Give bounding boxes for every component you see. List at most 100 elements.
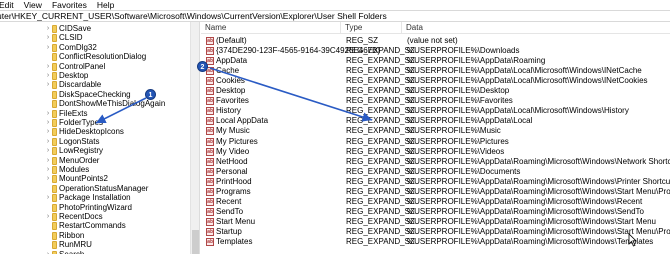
value-name: Startup bbox=[216, 226, 242, 236]
folder-icon bbox=[52, 147, 57, 156]
value-name: Recent bbox=[216, 196, 242, 206]
value-data: %USERPROFILE%\AppData\Roaming\Microsoft\… bbox=[407, 216, 656, 226]
value-data: %USERPROFILE%\Documents bbox=[407, 166, 521, 176]
value-type: REG_EXPAND_SZ bbox=[346, 186, 415, 196]
value-row[interactable]: ab Cookies REG_EXPAND_SZ %USERPROFILE%\AppD… bbox=[201, 76, 670, 86]
folder-icon bbox=[52, 156, 57, 165]
value-data: (value not set) bbox=[407, 36, 458, 45]
value-type: REG_EXPAND_SZ bbox=[346, 126, 415, 136]
value-data: %USERPROFILE%\AppData\Roaming\Microsoft\… bbox=[407, 176, 670, 186]
string-value-icon: ab bbox=[206, 157, 214, 166]
folder-icon bbox=[52, 43, 57, 52]
value-name: My Music bbox=[216, 126, 250, 136]
value-name: Start Menu bbox=[216, 216, 256, 226]
value-name: (Default) bbox=[216, 36, 247, 45]
tree-item-label: Search bbox=[59, 250, 84, 254]
menu-view[interactable]: View bbox=[20, 0, 48, 10]
tree-scrollbar[interactable] bbox=[190, 22, 199, 254]
value-type: REG_EXPAND_SZ bbox=[346, 146, 415, 156]
column-header-type[interactable]: Type bbox=[341, 22, 402, 34]
folder-icon bbox=[52, 81, 57, 90]
value-row[interactable]: ab Startup REG_EXPAND_SZ %USERPROFILE%\AppD… bbox=[201, 227, 670, 237]
value-row[interactable]: ab History REG_EXPAND_SZ %USERPROFILE%\AppD… bbox=[201, 106, 670, 116]
folder-icon bbox=[52, 100, 57, 109]
folder-icon bbox=[52, 184, 57, 193]
value-type: REG_EXPAND_SZ bbox=[346, 96, 415, 106]
value-row[interactable]: ab Local AppData REG_EXPAND_SZ %USERPROFILE… bbox=[201, 116, 670, 126]
value-row[interactable]: ab Templates REG_EXPAND_SZ %USERPROFILE%\Ap… bbox=[201, 237, 670, 247]
string-value-icon: ab bbox=[206, 127, 214, 136]
string-value-icon: ab bbox=[206, 97, 214, 106]
value-name: Personal bbox=[216, 166, 248, 176]
value-type: REG_EXPAND_SZ bbox=[346, 66, 415, 76]
column-header-data[interactable]: Data bbox=[402, 22, 670, 34]
values-pane[interactable]: Name Type Data ab (Default) REG_SZ (value n… bbox=[201, 22, 670, 254]
value-data: %USERPROFILE%\Desktop bbox=[407, 86, 510, 96]
value-data: %USERPROFILE%\Pictures bbox=[407, 136, 509, 146]
folder-icon bbox=[52, 231, 57, 240]
value-name: Programs bbox=[216, 186, 251, 196]
folder-icon bbox=[52, 250, 57, 254]
value-name: Local AppData bbox=[216, 116, 269, 126]
value-row[interactable]: ab Personal REG_EXPAND_SZ %USERPROFILE%\Doc… bbox=[201, 167, 670, 177]
value-row[interactable]: ab Favorites REG_EXPAND_SZ %USERPROFILE%\Fa… bbox=[201, 96, 670, 106]
key-tree-pane[interactable]: › CIDSave › CLSID › ComDlg32 ConflictResolutio… bbox=[0, 22, 200, 254]
value-name: NetHood bbox=[216, 156, 248, 166]
value-row[interactable]: ab NetHood REG_EXPAND_SZ %USERPROFILE%\AppD… bbox=[201, 157, 670, 167]
value-type: REG_EXPAND_SZ bbox=[346, 226, 415, 236]
annotation-badge-2: 2 bbox=[197, 61, 208, 72]
menu-edit[interactable]: Edit bbox=[0, 0, 20, 10]
chevron-right-icon[interactable]: › bbox=[44, 250, 52, 254]
value-row[interactable]: ab Programs REG_EXPAND_SZ %USERPROFILE%\App… bbox=[201, 187, 670, 197]
value-data: %USERPROFILE%\AppData\Local\Microsoft\Wi… bbox=[407, 76, 648, 86]
string-value-icon: ab bbox=[206, 217, 214, 226]
mouse-cursor-icon bbox=[628, 233, 637, 247]
string-value-icon: ab bbox=[206, 238, 214, 246]
value-name: My Video bbox=[216, 146, 250, 156]
value-data: %USERPROFILE%\Videos bbox=[407, 146, 505, 156]
value-type: REG_EXPAND_SZ bbox=[346, 176, 415, 186]
value-type: REG_EXPAND_SZ bbox=[346, 216, 415, 226]
tree-scroll-thumb[interactable] bbox=[192, 230, 199, 254]
value-type: REG_EXPAND_SZ bbox=[346, 56, 415, 66]
address-bar[interactable]: uter\HKEY_CURRENT_USER\Software\Microsof… bbox=[0, 10, 670, 22]
value-row[interactable]: ab Desktop REG_EXPAND_SZ %USERPROFILE%\Desk… bbox=[201, 86, 670, 96]
folder-icon bbox=[52, 213, 57, 221]
value-row[interactable]: ab AppData REG_EXPAND_SZ %USERPROFILE%\AppD… bbox=[201, 56, 670, 66]
value-row[interactable]: ab My Pictures REG_EXPAND_SZ %USERPROFILE%\… bbox=[201, 137, 670, 147]
string-value-icon: ab bbox=[206, 47, 214, 56]
value-type: REG_EXPAND_SZ bbox=[346, 86, 415, 96]
value-data: %USERPROFILE%\AppData\Roaming\Microsoft\… bbox=[407, 206, 644, 216]
value-row[interactable]: ab Cache REG_EXPAND_SZ %USERPROFILE%\AppDat… bbox=[201, 66, 670, 76]
string-value-icon: ab bbox=[206, 227, 214, 236]
value-name: PrintHood bbox=[216, 176, 252, 186]
menu-help[interactable]: Help bbox=[93, 0, 120, 10]
value-row[interactable]: ab My Music REG_EXPAND_SZ %USERPROFILE%\Mus… bbox=[201, 126, 670, 136]
string-value-icon: ab bbox=[206, 137, 214, 146]
value-row[interactable]: ab PrintHood REG_EXPAND_SZ %USERPROFILE%\Ap… bbox=[201, 177, 670, 187]
value-data: %USERPROFILE%\AppData\Roaming\Microsoft\… bbox=[407, 156, 670, 166]
value-data: %USERPROFILE%\AppData\Roaming\Microsoft\… bbox=[407, 196, 643, 206]
menu-favorites[interactable]: Favorites bbox=[48, 0, 93, 10]
folder-icon bbox=[52, 25, 57, 33]
value-row[interactable]: ab My Video REG_EXPAND_SZ %USERPROFILE%\Vid… bbox=[201, 147, 670, 157]
string-value-icon: ab bbox=[206, 167, 214, 176]
value-row[interactable]: ab (Default) REG_SZ (value not set) bbox=[201, 36, 670, 46]
value-name: SendTo bbox=[216, 206, 244, 216]
value-row[interactable]: ab {374DE290-123F-4565-9164-39C4925E467B}… bbox=[201, 46, 670, 56]
value-type: REG_EXPAND_SZ bbox=[346, 136, 415, 146]
value-data: %USERPROFILE%\AppData\Local\Microsoft\Wi… bbox=[407, 106, 629, 116]
folder-icon bbox=[52, 119, 57, 127]
value-type: REG_EXPAND_SZ bbox=[346, 46, 415, 56]
annotation-badge-1: 1 bbox=[145, 89, 156, 100]
value-row[interactable]: ab SendTo REG_EXPAND_SZ %USERPROFILE%\AppDa… bbox=[201, 207, 670, 217]
folder-icon bbox=[52, 166, 57, 174]
value-row[interactable]: ab Recent REG_EXPAND_SZ %USERPROFILE%\AppDa… bbox=[201, 197, 670, 207]
string-value-icon: ab bbox=[206, 197, 214, 206]
value-name: Templates bbox=[216, 237, 253, 246]
column-header-name[interactable]: Name bbox=[201, 22, 341, 34]
value-row[interactable]: ab Start Menu REG_EXPAND_SZ %USERPROFILE%\A… bbox=[201, 217, 670, 227]
address-path[interactable]: uter\HKEY_CURRENT_USER\Software\Microsof… bbox=[0, 11, 387, 21]
folder-icon bbox=[52, 137, 57, 146]
value-data: %USERPROFILE%\AppData\Local\Microsoft\Wi… bbox=[407, 66, 642, 76]
